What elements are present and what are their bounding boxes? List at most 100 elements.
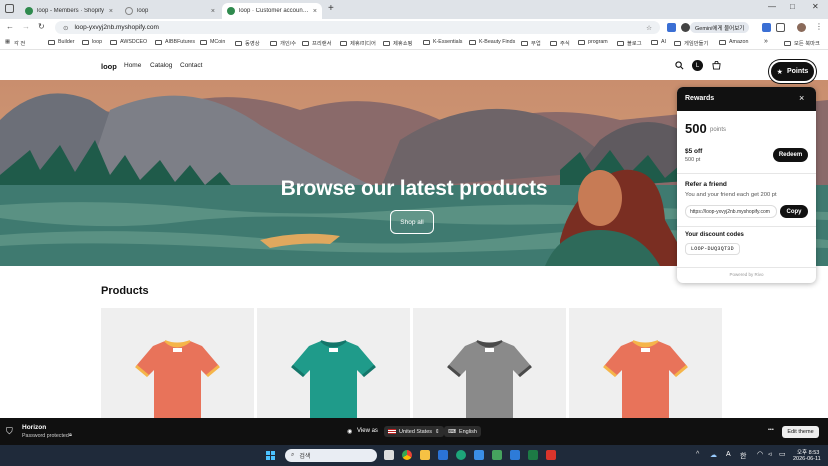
nav-catalog[interactable]: Catalog — [150, 62, 172, 69]
edge-icon[interactable] — [456, 450, 466, 460]
tshirt-illustration — [603, 340, 688, 418]
product-card[interactable] — [257, 308, 410, 418]
bookmark-item[interactable]: Builder — [48, 39, 75, 45]
bookmark-item[interactable]: 개인/수 — [270, 39, 296, 47]
cart-icon[interactable] — [712, 61, 721, 70]
gemini-button[interactable]: Gemini에게 물어보기 — [690, 22, 750, 33]
start-windows-icon[interactable] — [266, 451, 275, 460]
clock-time[interactable]: 오후 8:53 — [797, 448, 819, 456]
referral-url-field[interactable]: https://loop-yxvyj2nb.myshopify.com — [685, 205, 777, 218]
more-options-button[interactable]: ••• — [768, 427, 774, 433]
product-card[interactable] — [101, 308, 254, 418]
wifi-icon[interactable]: ◠ — [757, 450, 763, 458]
extension-icon[interactable] — [667, 23, 676, 32]
new-tab-button[interactable]: + — [328, 3, 334, 14]
bookmark-item[interactable]: 주식 — [550, 39, 570, 47]
back-icon[interactable]: ← — [6, 22, 14, 31]
bookmark-item[interactable]: 블로그 — [617, 39, 642, 47]
extensions-puzzle-icon[interactable] — [776, 23, 785, 32]
bookmark-star-icon[interactable]: ☆ — [646, 24, 652, 32]
bookmark-item[interactable]: K-Beauty Finds — [469, 39, 515, 45]
reload-icon[interactable]: ↻ — [38, 22, 45, 31]
bookmark-label: 주식 — [560, 41, 570, 47]
task-view-icon[interactable] — [384, 450, 394, 460]
tab-search-icon[interactable] — [5, 4, 14, 13]
codes-title: Your discount codes — [685, 232, 744, 238]
clock-date[interactable]: 2026-06-11 — [793, 456, 821, 462]
bookmark-item[interactable]: 게임만들기 — [674, 39, 708, 47]
tab-members[interactable]: loop - Members · Shopify × — [20, 3, 118, 19]
tray-chevron-icon[interactable]: ^ — [696, 451, 699, 458]
app-icon[interactable] — [474, 450, 484, 460]
address-bar[interactable]: ⊙ loop-yxvyj2nb.myshopify.com ☆ — [55, 21, 660, 34]
battery-icon[interactable]: ▭ — [779, 450, 786, 458]
app-icon[interactable] — [492, 450, 502, 460]
app-icon[interactable] — [438, 450, 448, 460]
bookmark-item[interactable]: K-Essentials — [423, 39, 462, 45]
tab-title: loop — [137, 8, 149, 14]
taskbar-search-box[interactable]: ⌕ 검색 — [285, 449, 377, 462]
bookmark-item[interactable]: loop — [82, 39, 102, 45]
redeem-button[interactable]: Redeem — [773, 148, 808, 162]
points-launcher-button[interactable]: ★ Points — [769, 60, 816, 83]
close-icon[interactable]: × — [799, 93, 804, 103]
bookmark-item[interactable]: 제휴/미디어 — [340, 39, 376, 47]
ime-mode[interactable]: 한 — [740, 451, 746, 461]
apps-grid-icon[interactable]: ▦ — [5, 39, 10, 45]
tab-loop[interactable]: loop × — [120, 3, 220, 19]
bookmark-item[interactable]: MCoin — [200, 39, 225, 45]
forward-icon[interactable]: → — [22, 22, 30, 31]
all-bookmarks[interactable]: 모든 북마크 — [784, 39, 820, 47]
file-explorer-icon[interactable] — [420, 450, 430, 460]
bookmark-item[interactable]: 각 전 — [14, 39, 25, 47]
minimize-icon[interactable]: — — [768, 2, 776, 11]
close-window-icon[interactable]: ✕ — [812, 2, 819, 11]
language-selector[interactable]: ⌨︎ English — [444, 426, 481, 437]
folder-icon — [200, 39, 207, 45]
account-avatar[interactable]: L — [692, 60, 703, 71]
bookmark-item[interactable]: AI — [651, 39, 666, 45]
bookmark-label: 제휴쇼핑 — [393, 41, 413, 47]
windows-taskbar: ⌕ 검색 ^ ☁ A 한 ◠ ◃ ▭ 오후 8:53 2026-06-11 — [0, 445, 828, 466]
edit-theme-button[interactable]: Edit theme — [782, 426, 819, 438]
menu-kebab-icon[interactable]: ⋮ — [815, 22, 823, 31]
tab-customer-accounts[interactable]: loop · Customer accounts · Sh × — [222, 3, 322, 19]
bookmark-item[interactable]: 제휴쇼핑 — [383, 39, 413, 47]
bookmark-item[interactable]: 프리랜서 — [302, 39, 332, 47]
tab-close-icon[interactable]: × — [313, 8, 317, 15]
tab-close-icon[interactable]: × — [211, 8, 215, 15]
excel-icon[interactable] — [528, 450, 538, 460]
nav-contact[interactable]: Contact — [180, 62, 202, 69]
shopify-favicon-icon — [227, 7, 235, 15]
tab-close-icon[interactable]: × — [109, 8, 113, 15]
nav-home[interactable]: Home — [124, 62, 141, 69]
store-logo[interactable]: loop — [101, 62, 117, 71]
site-info-icon[interactable]: ⊙ — [63, 24, 68, 32]
app-icon[interactable] — [510, 450, 520, 460]
bookmark-item[interactable]: 동영상 — [235, 39, 260, 47]
country-selector[interactable]: United States ⇕ — [384, 426, 444, 437]
bookmark-item[interactable]: 부업 — [521, 39, 541, 47]
profile-avatar[interactable] — [797, 23, 806, 32]
product-card[interactable] — [569, 308, 722, 418]
bookmark-item[interactable]: program — [578, 39, 608, 45]
extension-icon[interactable] — [762, 23, 771, 32]
powered-by[interactable]: Powered by Rivo — [677, 272, 816, 277]
search-icon[interactable] — [675, 61, 684, 70]
bookmark-item[interactable]: Amazon — [719, 39, 748, 45]
bookmark-item[interactable]: AIBBFutures — [155, 39, 195, 45]
input-language-a[interactable]: A — [726, 451, 731, 458]
bookmarks-overflow[interactable]: » — [764, 38, 768, 45]
maximize-icon[interactable]: □ — [790, 2, 795, 11]
weather-icon[interactable]: ☁ — [710, 451, 717, 459]
shop-all-button[interactable]: Shop all — [390, 210, 434, 234]
discount-code-chip[interactable]: LOOP-DUQ3QT3D — [685, 243, 740, 255]
volume-icon[interactable]: ◃ — [768, 450, 772, 458]
store-header: loop Home Catalog Contact L — [0, 51, 828, 80]
bookmark-item[interactable]: AWSDCEO — [110, 39, 147, 45]
extension-icon[interactable] — [681, 23, 690, 32]
chrome-icon[interactable] — [402, 450, 412, 460]
product-card[interactable] — [413, 308, 566, 418]
pdf-icon[interactable] — [546, 450, 556, 460]
copy-button[interactable]: Copy — [780, 205, 808, 218]
